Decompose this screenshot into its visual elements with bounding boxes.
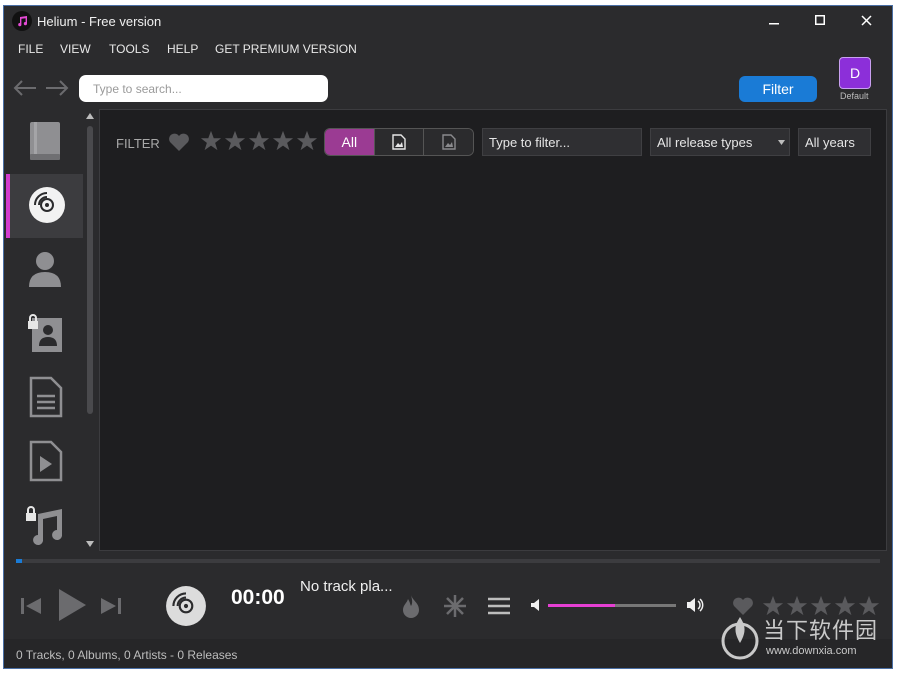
sidebar-item-videos[interactable] xyxy=(6,430,83,494)
skip-back-icon xyxy=(21,598,41,614)
years-select[interactable]: All years xyxy=(798,128,871,156)
speaker-low-icon xyxy=(531,599,539,611)
sidebar-item-albums[interactable] xyxy=(6,174,83,238)
seek-bar[interactable] xyxy=(16,559,880,563)
snowflake-icon xyxy=(444,595,466,617)
star-icon[interactable] xyxy=(272,130,294,152)
segment-with-cover[interactable] xyxy=(373,129,424,155)
cover-filter-segments: All xyxy=(324,128,474,156)
sidebar-item-contacts[interactable] xyxy=(6,302,83,366)
release-type-select[interactable]: All release types xyxy=(650,128,790,156)
locked-music-icon xyxy=(24,504,66,549)
segment-without-cover[interactable] xyxy=(423,129,473,155)
hot-button[interactable] xyxy=(398,593,424,619)
window-title: Helium - Free version xyxy=(37,14,162,29)
locked-contacts-icon xyxy=(26,312,64,357)
filter-button[interactable]: Filter xyxy=(739,76,817,102)
flame-icon xyxy=(403,595,419,618)
library-book-icon xyxy=(26,120,64,165)
release-type-value: All release types xyxy=(657,134,753,150)
search-input[interactable] xyxy=(79,75,328,102)
sidebar-scrollbar[interactable] xyxy=(84,110,96,550)
document-list-icon xyxy=(27,376,63,421)
menu-tools[interactable]: TOOLS xyxy=(109,42,149,56)
artist-person-icon xyxy=(27,249,63,292)
albums-disc-icon xyxy=(27,185,67,228)
track-title: No track pla... xyxy=(300,578,393,595)
watermark-logo-icon xyxy=(721,617,759,660)
rating-filter xyxy=(200,130,318,152)
play-button[interactable] xyxy=(54,587,90,623)
mood-button[interactable] xyxy=(442,593,468,619)
star-icon[interactable] xyxy=(296,130,318,152)
segment-all[interactable]: All xyxy=(325,129,374,155)
watermark-text: 当下软件园 xyxy=(763,618,879,643)
seek-progress xyxy=(16,559,23,563)
sidebar-item-music[interactable] xyxy=(6,494,83,558)
close-button[interactable] xyxy=(844,6,888,34)
sidebar-item-playlists[interactable] xyxy=(6,366,83,430)
without-cover-icon xyxy=(441,134,456,150)
forward-arrow-icon[interactable] xyxy=(44,77,70,99)
video-file-icon xyxy=(27,440,63,485)
watermark: 当下软件园 www.downxia.com xyxy=(720,611,890,666)
volume-level xyxy=(548,604,615,607)
disc-icon xyxy=(166,586,206,626)
chevron-down-icon xyxy=(778,140,785,145)
queue-button[interactable] xyxy=(486,593,512,619)
profile-avatar[interactable]: D xyxy=(839,57,871,89)
star-icon[interactable] xyxy=(200,130,222,152)
list-icon xyxy=(488,597,510,615)
mute-button[interactable] xyxy=(529,597,543,613)
minimize-button[interactable] xyxy=(752,6,796,34)
volume-slider[interactable] xyxy=(548,604,676,607)
menu-get-premium[interactable]: GET PREMIUM VERSION xyxy=(215,42,357,56)
star-icon[interactable] xyxy=(248,130,270,152)
sidebar-item-library[interactable] xyxy=(6,110,83,174)
now-playing-cover[interactable] xyxy=(164,584,208,628)
app-window: Helium - Free version FILE VIEW TOOLS HE… xyxy=(3,5,893,669)
skip-forward-icon xyxy=(101,598,121,614)
menu-file[interactable]: FILE xyxy=(18,42,43,56)
back-arrow-icon[interactable] xyxy=(12,77,38,99)
scroll-up-icon[interactable] xyxy=(86,113,94,119)
app-music-icon xyxy=(12,11,32,31)
next-track-button[interactable] xyxy=(98,593,124,619)
watermark-url: www.downxia.com xyxy=(766,645,857,657)
sidebar-item-artists[interactable] xyxy=(6,238,83,302)
previous-track-button[interactable] xyxy=(18,593,44,619)
playback-time: 00:00 xyxy=(231,586,285,609)
favorite-heart-icon[interactable] xyxy=(168,132,190,155)
text-filter-input[interactable]: Type to filter... xyxy=(482,128,642,156)
menu-view[interactable]: VIEW xyxy=(60,42,91,56)
title-bar: Helium - Free version xyxy=(4,6,892,37)
speaker-high-icon xyxy=(687,598,704,612)
scroll-thumb[interactable] xyxy=(87,126,93,414)
with-cover-icon xyxy=(392,134,406,150)
albums-panel: FILTER All Type to filter... All release… xyxy=(99,109,887,551)
star-icon[interactable] xyxy=(224,130,246,152)
menu-help[interactable]: HELP xyxy=(167,42,198,56)
library-counts: 0 Tracks, 0 Albums, 0 Artists - 0 Releas… xyxy=(16,648,238,662)
sidebar xyxy=(6,110,83,550)
scroll-down-icon[interactable] xyxy=(86,541,94,547)
volume-max-button[interactable] xyxy=(686,596,706,614)
profile-label: Default xyxy=(840,91,869,101)
filter-label: FILTER xyxy=(116,136,160,151)
play-icon xyxy=(59,589,86,621)
maximize-button[interactable] xyxy=(798,6,842,34)
